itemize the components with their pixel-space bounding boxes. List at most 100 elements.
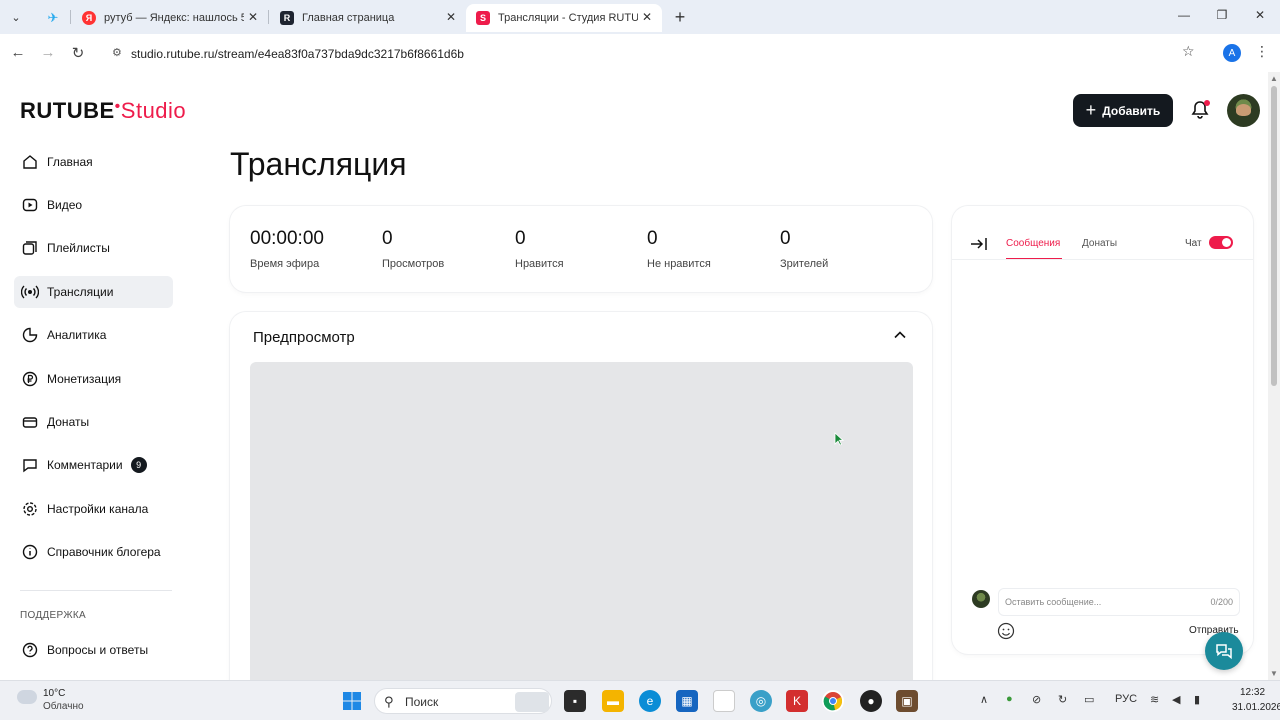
message-input[interactable]: Оставить сообщение... 0/200	[998, 588, 1240, 616]
add-button[interactable]: + Добавить	[1073, 94, 1173, 127]
browser-profile-avatar[interactable]: A	[1223, 44, 1241, 62]
wifi-icon[interactable]: ≋	[1150, 693, 1159, 706]
tray-sync-icon[interactable]: ↻	[1058, 693, 1067, 706]
bookmark-star-icon[interactable]: ☆	[1182, 43, 1195, 60]
clock-time[interactable]: 12:32	[1240, 687, 1265, 698]
file-explorer-icon[interactable]: ▬	[602, 690, 624, 712]
back-icon[interactable]: ←	[8, 44, 28, 61]
page-scrollbar[interactable]: ▲ ▼	[1268, 72, 1280, 680]
address-bar: ← → ↻ ⚙ studio.rutube.ru/stream/e4ea83f0…	[0, 34, 1280, 72]
show-hidden-icons[interactable]: ∧	[980, 693, 988, 706]
close-tab-icon[interactable]: ✕	[446, 10, 456, 24]
sidebar-item-channel-settings[interactable]: Настройки канала	[14, 493, 173, 525]
sidebar-item-blogger-guide[interactable]: Справочник блогера	[14, 536, 173, 568]
close-window-icon[interactable]: ✕	[1250, 8, 1270, 22]
zebra-icon	[515, 692, 549, 712]
sidebar-item-home[interactable]: Главная	[14, 146, 173, 178]
minimize-icon[interactable]: —	[1174, 8, 1194, 22]
sidebar-item-broadcasts[interactable]: Трансляции	[14, 276, 173, 308]
sidebar-item-analytics[interactable]: Аналитика	[14, 319, 173, 351]
battery-icon[interactable]: ▮	[1194, 693, 1200, 706]
tab-separator	[268, 10, 269, 24]
tray-network-icon[interactable]: ▭	[1084, 693, 1094, 706]
sidebar-item-playlists[interactable]: Плейлисты	[14, 232, 173, 264]
stat-views: 0 Просмотров	[382, 228, 444, 270]
help-icon	[20, 640, 40, 660]
weather-description[interactable]: Облачно	[43, 701, 84, 712]
scroll-thumb[interactable]	[1271, 86, 1277, 386]
rutube-icon: R	[280, 11, 294, 25]
chat-toggle-label: Чат	[1185, 238, 1202, 249]
sidebar-item-monetization[interactable]: Монетизация	[14, 363, 173, 395]
chat-toggle[interactable]	[1209, 236, 1233, 249]
playlist-icon	[20, 238, 40, 258]
obs-icon[interactable]: ●	[860, 690, 882, 712]
tab-rutube-studio[interactable]: S Трансляции - Студия RUTUBE ✕	[466, 4, 662, 32]
sidebar-item-donations[interactable]: Донаты	[14, 406, 173, 438]
stat-label: Зрителей	[780, 258, 829, 270]
tab-yandex-search[interactable]: Я рутуб — Яндекс: нашлось 5 тыс ✕	[72, 4, 268, 32]
chrome-icon[interactable]	[822, 690, 844, 712]
minecraft-icon[interactable]: ▣	[896, 690, 918, 712]
globe-app-icon[interactable]: ◎	[750, 690, 772, 712]
tray-app-icon[interactable]: ●	[1006, 693, 1013, 705]
settings-icon	[20, 499, 40, 519]
restore-icon[interactable]: ❐	[1212, 8, 1232, 22]
tab-messages[interactable]: Сообщения	[1006, 238, 1060, 249]
tab-title: Главная страница	[302, 12, 395, 24]
broadcast-icon	[20, 282, 40, 302]
sidebar-item-label: Донаты	[47, 415, 90, 429]
collapse-chat-icon[interactable]	[970, 236, 988, 255]
reload-icon[interactable]: ↻	[68, 44, 88, 62]
support-chat-button[interactable]	[1205, 632, 1243, 670]
sidebar-item-faq[interactable]: Вопросы и ответы	[14, 634, 173, 666]
tab-donations[interactable]: Донаты	[1082, 238, 1117, 249]
notepad-icon[interactable]	[713, 690, 735, 712]
task-view-icon[interactable]: ▪	[564, 690, 586, 712]
sidebar-item-video[interactable]: Видео	[14, 189, 173, 221]
emoji-icon[interactable]	[997, 622, 1015, 640]
kaspersky-icon[interactable]: K	[786, 690, 808, 712]
page-title: Трансляция	[230, 146, 407, 182]
cloud-icon[interactable]	[17, 690, 37, 704]
chat-panel: Сообщения Донаты Чат	[952, 206, 1253, 654]
sidebar-item-label: Монетизация	[47, 372, 122, 386]
taskbar-search-placeholder: Поиск	[405, 695, 439, 709]
close-tab-icon[interactable]: ✕	[248, 10, 258, 24]
clock-date[interactable]: 31.01.2026	[1232, 702, 1280, 713]
weather-temperature[interactable]: 10°C	[43, 688, 65, 699]
rutube-studio-logo[interactable]: RUTUBE•Studio	[20, 98, 186, 124]
logo-main: RUTUBE	[20, 98, 115, 123]
edge-icon[interactable]: e	[639, 690, 661, 712]
tab-telegram[interactable]: ✈	[36, 4, 70, 32]
tab-search-chevron-icon[interactable]: ⌄	[6, 8, 26, 26]
chevron-up-icon[interactable]	[892, 327, 908, 343]
tab-rutube-home[interactable]: R Главная страница ✕	[270, 4, 466, 32]
yandex-icon: Я	[82, 11, 96, 25]
browser-menu-icon[interactable]: ⋮	[1255, 43, 1269, 60]
logo-sub: Studio	[120, 98, 187, 123]
forward-icon[interactable]: →	[38, 44, 58, 61]
tab-title: рутуб — Яндекс: нашлось 5 тыс	[104, 12, 244, 24]
close-tab-icon[interactable]: ✕	[642, 10, 652, 24]
notifications-bell-icon[interactable]	[1190, 100, 1210, 120]
home-icon	[20, 152, 40, 172]
user-avatar[interactable]	[1227, 94, 1260, 127]
sidebar-item-label: Трансляции	[47, 285, 114, 299]
tray-mute-icon[interactable]: ⊘	[1032, 693, 1041, 706]
volume-icon[interactable]: ◀	[1172, 693, 1180, 706]
stat-airtime: 00:00:00 Время эфира	[250, 228, 324, 270]
scroll-down-icon[interactable]: ▼	[1270, 669, 1278, 678]
scroll-up-icon[interactable]: ▲	[1270, 74, 1278, 83]
preview-player[interactable]	[250, 362, 913, 680]
microsoft-store-icon[interactable]: ▦	[676, 690, 698, 712]
site-info-icon[interactable]: ⚙	[112, 46, 122, 59]
taskbar-search[interactable]: ⚲ Поиск	[374, 688, 552, 714]
stat-dislikes: 0 Не нравится	[647, 228, 711, 270]
url-field[interactable]: ⚙ studio.rutube.ru/stream/e4ea83f0a737bd…	[100, 39, 1210, 67]
new-tab-button[interactable]: +	[670, 7, 690, 28]
stat-value: 0	[780, 228, 791, 249]
input-language[interactable]: РУС	[1115, 693, 1137, 705]
windows-start-icon[interactable]	[341, 690, 363, 712]
sidebar-item-comments[interactable]: Комментарии 9	[14, 449, 173, 481]
